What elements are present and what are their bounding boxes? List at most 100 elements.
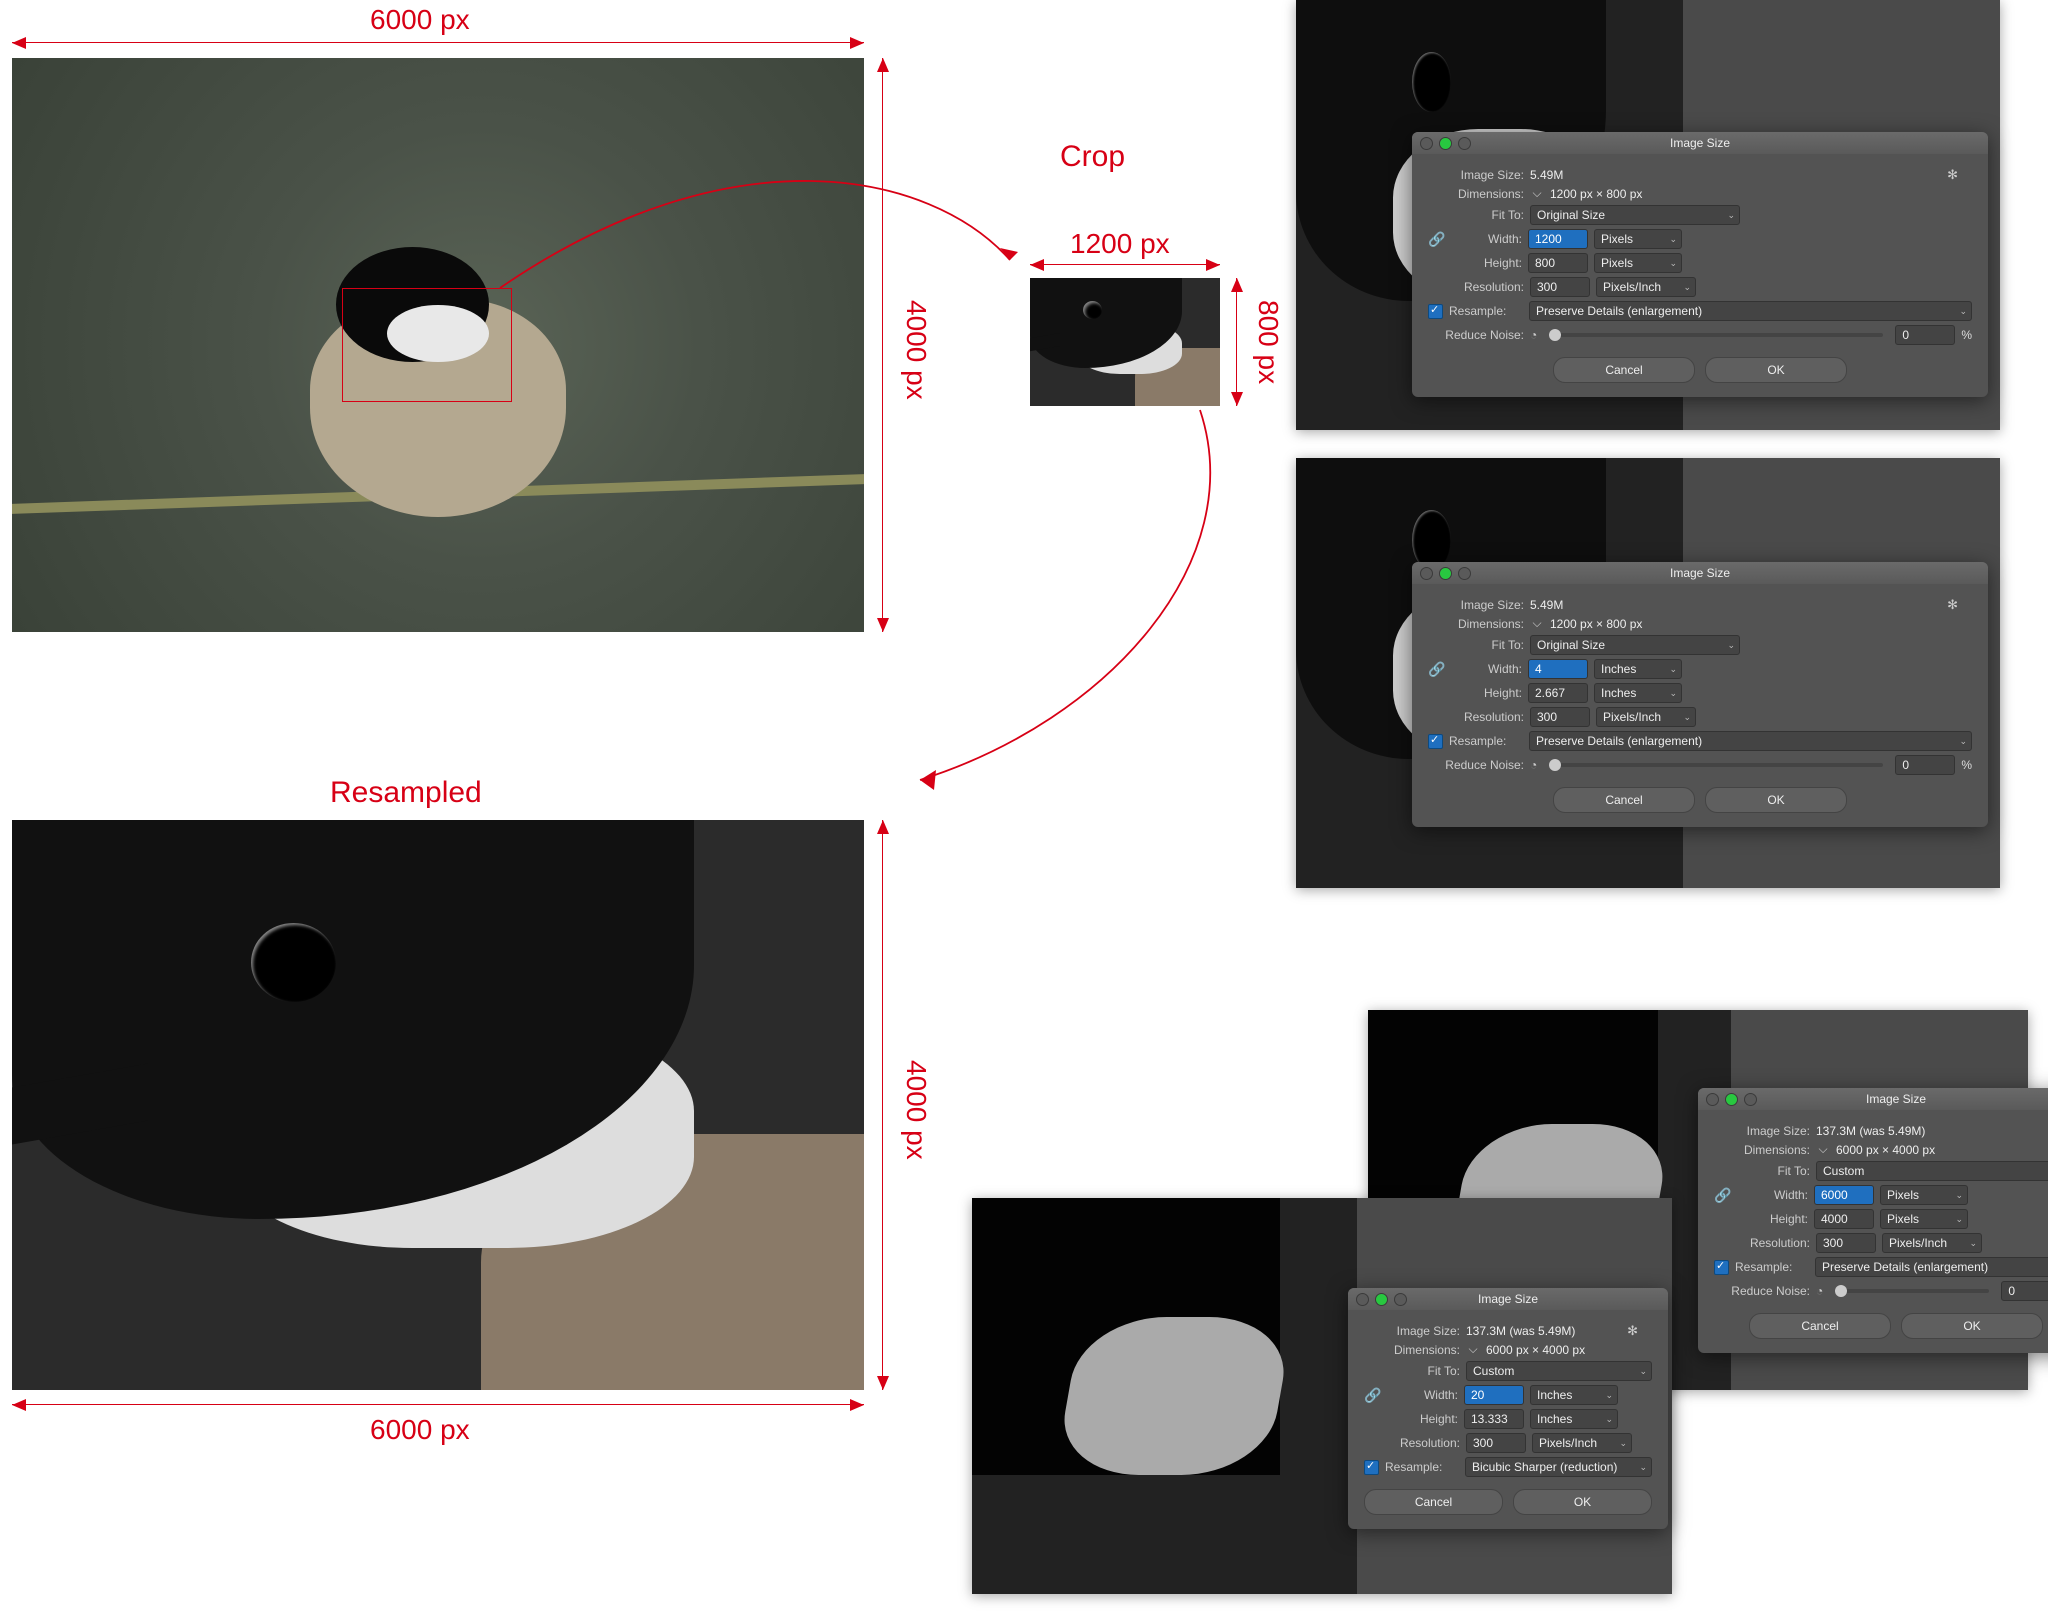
cancel-button[interactable]: Cancel: [1749, 1313, 1891, 1339]
original-photo: [12, 58, 864, 632]
gear-icon[interactable]: ✻: [1947, 167, 1958, 183]
constrain-link-icon[interactable]: 🔗: [1364, 1385, 1382, 1405]
dimensions-lbl: Dimensions:: [1428, 617, 1524, 631]
width-unit-select[interactable]: Inches⌄: [1594, 659, 1682, 679]
dimensions-lbl: Dimensions:: [1364, 1343, 1460, 1357]
reduce-noise-input[interactable]: [1895, 325, 1955, 345]
height-input[interactable]: [1814, 1209, 1874, 1229]
dimensions-menu-icon[interactable]: ⌵: [1530, 186, 1544, 201]
resample-checkbox[interactable]: [1714, 1260, 1729, 1275]
reduce-noise-input[interactable]: [2001, 1281, 2048, 1301]
dialog-titlebar: Image Size: [1698, 1088, 2048, 1110]
cancel-button[interactable]: Cancel: [1553, 357, 1695, 383]
reduce-noise-icon: ◔: [1530, 758, 1537, 772]
width-input[interactable]: [1814, 1185, 1874, 1205]
height-input[interactable]: [1464, 1409, 1524, 1429]
reduce-noise-lbl: Reduce Noise:: [1428, 758, 1524, 772]
resolution-unit-select[interactable]: Pixels/Inch⌄: [1532, 1433, 1632, 1453]
ok-button[interactable]: OK: [1901, 1313, 2043, 1339]
resampled-title: Resampled: [330, 776, 482, 810]
width-unit-select[interactable]: Pixels⌄: [1594, 229, 1682, 249]
orig-height-arrow: [882, 58, 883, 632]
dialog-titlebar: Image Size: [1412, 562, 1988, 584]
resampled-width-arrow: [12, 1404, 864, 1405]
fit-to-select[interactable]: Original Size⌄: [1530, 635, 1740, 655]
screenshot-1: Image Size Image Size: 5.49M ✻ Dimension…: [1296, 0, 2000, 430]
dimensions-menu-icon[interactable]: ⌵: [1816, 1142, 1830, 1157]
width-input[interactable]: [1528, 659, 1588, 679]
resample-checkbox[interactable]: [1364, 1460, 1379, 1475]
resample-checkbox[interactable]: [1428, 734, 1443, 749]
resample-method-select[interactable]: Bicubic Sharper (reduction)⌄: [1465, 1457, 1652, 1477]
window-controls[interactable]: [1706, 1093, 1757, 1106]
cancel-button[interactable]: Cancel: [1553, 787, 1695, 813]
pct-label: %: [1961, 328, 1972, 342]
resolution-input[interactable]: [1466, 1433, 1526, 1453]
screenshot-4: Image Size Image Size: 137.3M (was 5.49M…: [972, 1198, 1672, 1594]
reduce-noise-slider[interactable]: [1549, 333, 1883, 337]
dimensions-menu-icon[interactable]: ⌵: [1466, 1342, 1480, 1357]
height-input[interactable]: [1528, 683, 1588, 703]
dimensions-val: 6000 px × 4000 px: [1486, 1343, 1585, 1357]
width-lbl: Width:: [1448, 662, 1522, 676]
resample-lbl: Resample:: [1385, 1460, 1459, 1474]
dimensions-menu-icon[interactable]: ⌵: [1530, 616, 1544, 631]
gear-icon[interactable]: ✻: [1947, 597, 1958, 613]
fit-to-select[interactable]: Custom⌄: [1816, 1161, 2048, 1181]
reduce-noise-slider[interactable]: [1835, 1289, 1989, 1293]
ok-button[interactable]: OK: [1705, 787, 1847, 813]
width-input[interactable]: [1464, 1385, 1524, 1405]
resample-method-select[interactable]: Preserve Details (enlargement)⌄: [1815, 1257, 2048, 1277]
resolution-input[interactable]: [1816, 1233, 1876, 1253]
reduce-noise-slider[interactable]: [1549, 763, 1883, 767]
ok-button[interactable]: OK: [1705, 357, 1847, 383]
dialog-titlebar: Image Size: [1348, 1288, 1668, 1310]
height-lbl: Height:: [1384, 1412, 1458, 1426]
resolution-lbl: Resolution:: [1714, 1236, 1810, 1250]
reduce-noise-input[interactable]: [1895, 755, 1955, 775]
resolution-unit-select[interactable]: Pixels/Inch⌄: [1596, 707, 1696, 727]
height-unit-select[interactable]: Pixels⌄: [1594, 253, 1682, 273]
dialog-title: Image Size: [1670, 136, 1730, 150]
resolution-unit-select[interactable]: Pixels/Inch⌄: [1882, 1233, 1982, 1253]
dimensions-lbl: Dimensions:: [1714, 1143, 1810, 1157]
fit-to-lbl: Fit To:: [1428, 638, 1524, 652]
constrain-link-icon[interactable]: 🔗: [1428, 229, 1446, 249]
constrain-link-icon[interactable]: 🔗: [1714, 1185, 1732, 1205]
resample-checkbox[interactable]: [1428, 304, 1443, 319]
image-size-dialog-1: Image Size Image Size: 5.49M ✻ Dimension…: [1412, 132, 1988, 397]
image-size-val: 5.49M: [1530, 598, 1563, 612]
window-controls[interactable]: [1420, 137, 1471, 150]
resample-method-select[interactable]: Preserve Details (enlargement)⌄: [1529, 731, 1972, 751]
image-size-lbl: Image Size:: [1364, 1324, 1460, 1338]
fit-to-select[interactable]: Original Size⌄: [1530, 205, 1740, 225]
resolution-unit-select[interactable]: Pixels/Inch⌄: [1596, 277, 1696, 297]
width-unit-select[interactable]: Inches⌄: [1530, 1385, 1618, 1405]
height-input[interactable]: [1528, 253, 1588, 273]
dialog-title: Image Size: [1670, 566, 1730, 580]
constrain-link-icon[interactable]: 🔗: [1428, 659, 1446, 679]
window-controls[interactable]: [1420, 567, 1471, 580]
width-lbl: Width:: [1448, 232, 1522, 246]
width-input[interactable]: [1528, 229, 1588, 249]
height-unit-select[interactable]: Inches⌄: [1530, 1409, 1618, 1429]
width-unit-select[interactable]: Pixels⌄: [1880, 1185, 1968, 1205]
gear-icon[interactable]: ✻: [1627, 1323, 1638, 1339]
crop-width-arrow: [1030, 264, 1220, 265]
resolution-input[interactable]: [1530, 277, 1590, 297]
crop-height-arrow: [1236, 278, 1237, 406]
resampled-width-label: 6000 px: [370, 1414, 470, 1446]
image-size-val: 137.3M (was 5.49M): [1816, 1124, 1925, 1138]
resolution-lbl: Resolution:: [1428, 710, 1524, 724]
image-size-val: 5.49M: [1530, 168, 1563, 182]
fit-to-select[interactable]: Custom⌄: [1466, 1361, 1652, 1381]
resample-method-select[interactable]: Preserve Details (enlargement)⌄: [1529, 301, 1972, 321]
resolution-lbl: Resolution:: [1428, 280, 1524, 294]
cancel-button[interactable]: Cancel: [1364, 1489, 1503, 1515]
window-controls[interactable]: [1356, 1293, 1407, 1306]
height-unit-select[interactable]: Pixels⌄: [1880, 1209, 1968, 1229]
height-unit-select[interactable]: Inches⌄: [1594, 683, 1682, 703]
ok-button[interactable]: OK: [1513, 1489, 1652, 1515]
image-size-lbl: Image Size:: [1714, 1124, 1810, 1138]
resolution-input[interactable]: [1530, 707, 1590, 727]
